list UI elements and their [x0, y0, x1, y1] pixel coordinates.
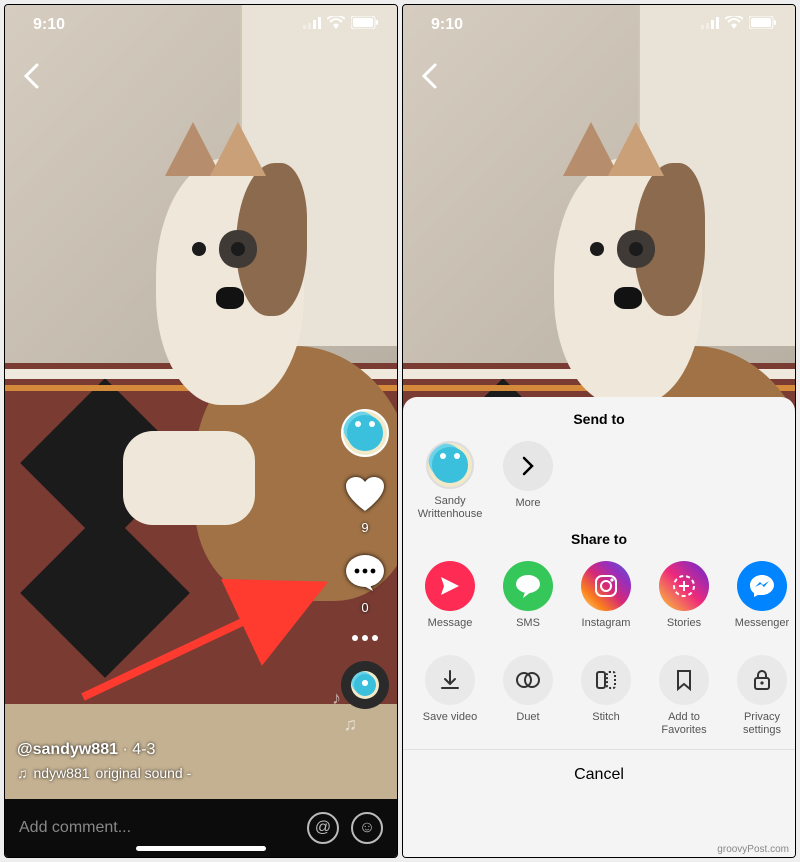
action-duet[interactable]: Duet: [497, 655, 559, 737]
share-instagram[interactable]: Instagram: [575, 561, 637, 643]
action-privacy[interactable]: Privacy settings: [731, 655, 793, 737]
action-add-favorites[interactable]: Add to Favorites: [653, 655, 715, 737]
actions-row: Save video Duet Stitch Add to Favorites: [403, 651, 795, 745]
action-save-video[interactable]: Save video: [419, 655, 481, 737]
sound-disc[interactable]: [341, 661, 389, 709]
music-note-icon: ♫: [17, 765, 28, 781]
comment-input[interactable]: Add comment...: [19, 819, 295, 837]
lock-icon: [737, 655, 787, 705]
status-time: 9:10: [431, 16, 463, 34]
phone-left-video-view: 9:10 9 0: [4, 4, 398, 858]
share-sms[interactable]: SMS: [497, 561, 559, 643]
share-sheet: Send to Sandy Writtenhouse More Share to…: [403, 397, 795, 857]
battery-icon: [351, 16, 379, 34]
like-button[interactable]: 9: [346, 477, 384, 535]
post-date: 4-3: [132, 741, 155, 758]
comment-button[interactable]: 0: [346, 555, 384, 615]
heart-icon: [346, 498, 384, 515]
chevron-right-icon: [503, 441, 553, 491]
messenger-icon: [737, 561, 787, 611]
mention-button[interactable]: @: [307, 812, 339, 844]
status-time: 9:10: [33, 16, 65, 34]
cancel-button[interactable]: Cancel: [403, 749, 795, 800]
phone-right-share-sheet: 9:10 Send to Sandy Writtenhouse: [402, 4, 796, 858]
share-to-title: Share to: [403, 531, 795, 547]
back-button[interactable]: [15, 55, 47, 102]
signal-icon: [701, 16, 719, 34]
wifi-icon: [725, 16, 743, 34]
share-messenger[interactable]: Messenger: [731, 561, 793, 643]
uploader-avatar[interactable]: [341, 409, 389, 457]
battery-icon: [749, 16, 777, 34]
send-to-title: Send to: [403, 411, 795, 427]
contact-sandy[interactable]: Sandy Writtenhouse: [419, 441, 481, 523]
status-bar: 9:10: [5, 5, 397, 45]
action-stitch[interactable]: Stitch: [575, 655, 637, 737]
like-count: 9: [346, 520, 384, 535]
sound-row[interactable]: ♫ ndyw881 original sound -: [17, 765, 191, 781]
watermark: groovyPost.com: [717, 844, 789, 855]
username[interactable]: @sandyw881: [17, 741, 118, 758]
more-button[interactable]: [352, 635, 378, 641]
back-button[interactable]: [413, 55, 445, 102]
status-bar: 9:10: [403, 5, 795, 45]
send-to-more[interactable]: More: [497, 441, 559, 523]
emoji-button[interactable]: ☺: [351, 812, 383, 844]
stories-icon: [659, 561, 709, 611]
action-rail: 9 0: [341, 409, 389, 709]
message-icon: [425, 561, 475, 611]
bookmark-icon: [659, 655, 709, 705]
duet-icon: [503, 655, 553, 705]
comment-count: 0: [346, 600, 384, 615]
instagram-icon: [581, 561, 631, 611]
contact-avatar: [426, 441, 474, 489]
share-message[interactable]: Message: [419, 561, 481, 643]
signal-icon: [303, 16, 321, 34]
wifi-icon: [327, 16, 345, 34]
music-notes-icon: ♪♫: [332, 688, 341, 709]
send-to-row: Sandy Writtenhouse More: [403, 437, 795, 531]
home-indicator[interactable]: [136, 846, 266, 851]
contact-name: Sandy Writtenhouse: [418, 495, 483, 521]
video-info: @sandyw881 · 4-3 ♫ ndyw881 original soun…: [17, 741, 191, 781]
sms-icon: [503, 561, 553, 611]
share-stories[interactable]: Stories: [653, 561, 715, 643]
comment-icon: [346, 578, 384, 595]
stitch-icon: [581, 655, 631, 705]
video-background: [5, 5, 397, 857]
download-icon: [425, 655, 475, 705]
share-to-row: Message SMS Instagram Stories Me: [403, 557, 795, 651]
